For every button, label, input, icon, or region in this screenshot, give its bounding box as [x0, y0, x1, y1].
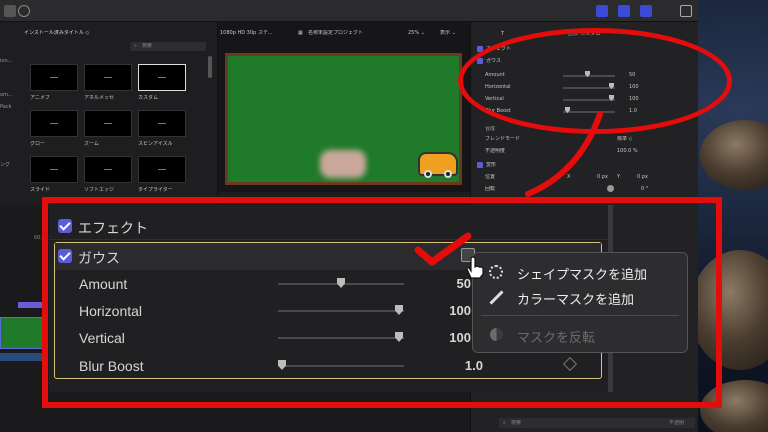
thumbnail-label: カスタム — [138, 95, 159, 101]
title-clip[interactable] — [18, 302, 42, 308]
thumbnail-label: ソフトエッジ — [84, 187, 115, 193]
title-thumbnail[interactable] — [30, 110, 78, 137]
blend-mode-select[interactable]: 標準 ◇ — [617, 136, 632, 142]
browser-title[interactable]: インストール済みタイトル ◇ — [24, 30, 89, 36]
title-thumbnail[interactable] — [84, 64, 132, 91]
highlight-frame — [42, 197, 722, 408]
title-thumbnail[interactable] — [84, 156, 132, 183]
bottom-search[interactable]: 検索 — [511, 420, 521, 426]
rock-image — [700, 120, 768, 190]
position-label: 位置 — [485, 174, 496, 180]
viewer-zoom[interactable]: 25% ⌄ — [408, 30, 425, 36]
blurred-title-image — [320, 150, 366, 178]
red-checkmark-annotation — [414, 232, 472, 266]
highlight-connector — [525, 112, 603, 197]
viewer-display[interactable]: 表示 ⌄ — [440, 30, 456, 36]
transform-checkbox[interactable] — [477, 162, 483, 168]
thumbnail-label: グロー — [30, 141, 46, 147]
search-icon: ⌕ — [134, 43, 137, 49]
position-y-label: Y — [617, 174, 621, 180]
car-wheel — [444, 170, 452, 178]
viewer-format: 1080p HD 30p ステ... — [220, 30, 273, 36]
title-thumbnail[interactable] — [30, 156, 78, 183]
library-icon[interactable] — [4, 5, 16, 17]
inspector-bottom-bar: ⌕ 検索 不透明 — [499, 418, 695, 428]
thumbnail-label: アネルメッセ — [84, 95, 115, 101]
title-thumbnail[interactable] — [30, 64, 78, 91]
share-icon[interactable] — [680, 5, 692, 17]
title-thumbnail[interactable] — [138, 110, 186, 137]
project-icon: ▦ — [298, 30, 303, 36]
bottom-right-label: 不透明 — [669, 420, 685, 426]
thumbnail-label: スピンアイスル — [138, 141, 173, 147]
search-field[interactable]: ⌕ 検索 — [130, 42, 206, 51]
search-placeholder: 検索 — [142, 43, 153, 49]
thumbnail-label: スライド — [30, 187, 51, 193]
opacity-label: 不透明度 — [485, 148, 506, 154]
search-icon: ⌕ — [503, 420, 506, 426]
browser-scrollbar[interactable] — [208, 56, 212, 78]
video-clip[interactable] — [0, 317, 44, 349]
letter-t-icon[interactable]: T — [501, 31, 504, 37]
thumbnail-label: アニメフ — [30, 95, 50, 101]
rotation-value[interactable]: 0 ° — [641, 186, 648, 192]
title-thumbnail[interactable] — [138, 156, 186, 183]
title-thumbnail[interactable] — [84, 110, 132, 137]
rotation-label: 回転 — [485, 186, 496, 192]
blend-mode-label: ブレンドモード — [485, 136, 521, 142]
viewer-project: 名称未設定プロジェクト — [308, 30, 364, 36]
audio-clip[interactable] — [0, 353, 44, 361]
thumbnail-label: ズーム — [84, 141, 99, 147]
transform-label: 変形 — [486, 162, 497, 168]
title-thumbnail-selected[interactable] — [138, 64, 186, 91]
inspector-toggle-icon[interactable] — [640, 5, 652, 17]
side-label[interactable]: om... — [0, 92, 13, 98]
car-illustration — [418, 152, 458, 178]
position-y[interactable]: 0 px — [637, 174, 648, 180]
browser-toggle-icon[interactable] — [596, 5, 608, 17]
thumbnail-label: タイプライター — [138, 187, 173, 193]
side-label[interactable]: ング — [0, 162, 10, 168]
check-icon[interactable] — [18, 5, 30, 17]
side-label[interactable]: ion... — [0, 58, 12, 64]
car-wheel — [424, 170, 432, 178]
timeline-toggle-icon[interactable] — [618, 5, 630, 17]
titles-browser: インストール済みタイトル ◇ ⌕ 検索 ion... om... Pack ング… — [0, 22, 218, 207]
opacity-value[interactable]: 100.0 % — [617, 148, 638, 154]
viewer-canvas[interactable] — [225, 53, 462, 185]
side-label[interactable]: Pack — [0, 104, 12, 110]
compositing-label: 合成 — [485, 126, 496, 132]
toolbar — [0, 0, 698, 22]
